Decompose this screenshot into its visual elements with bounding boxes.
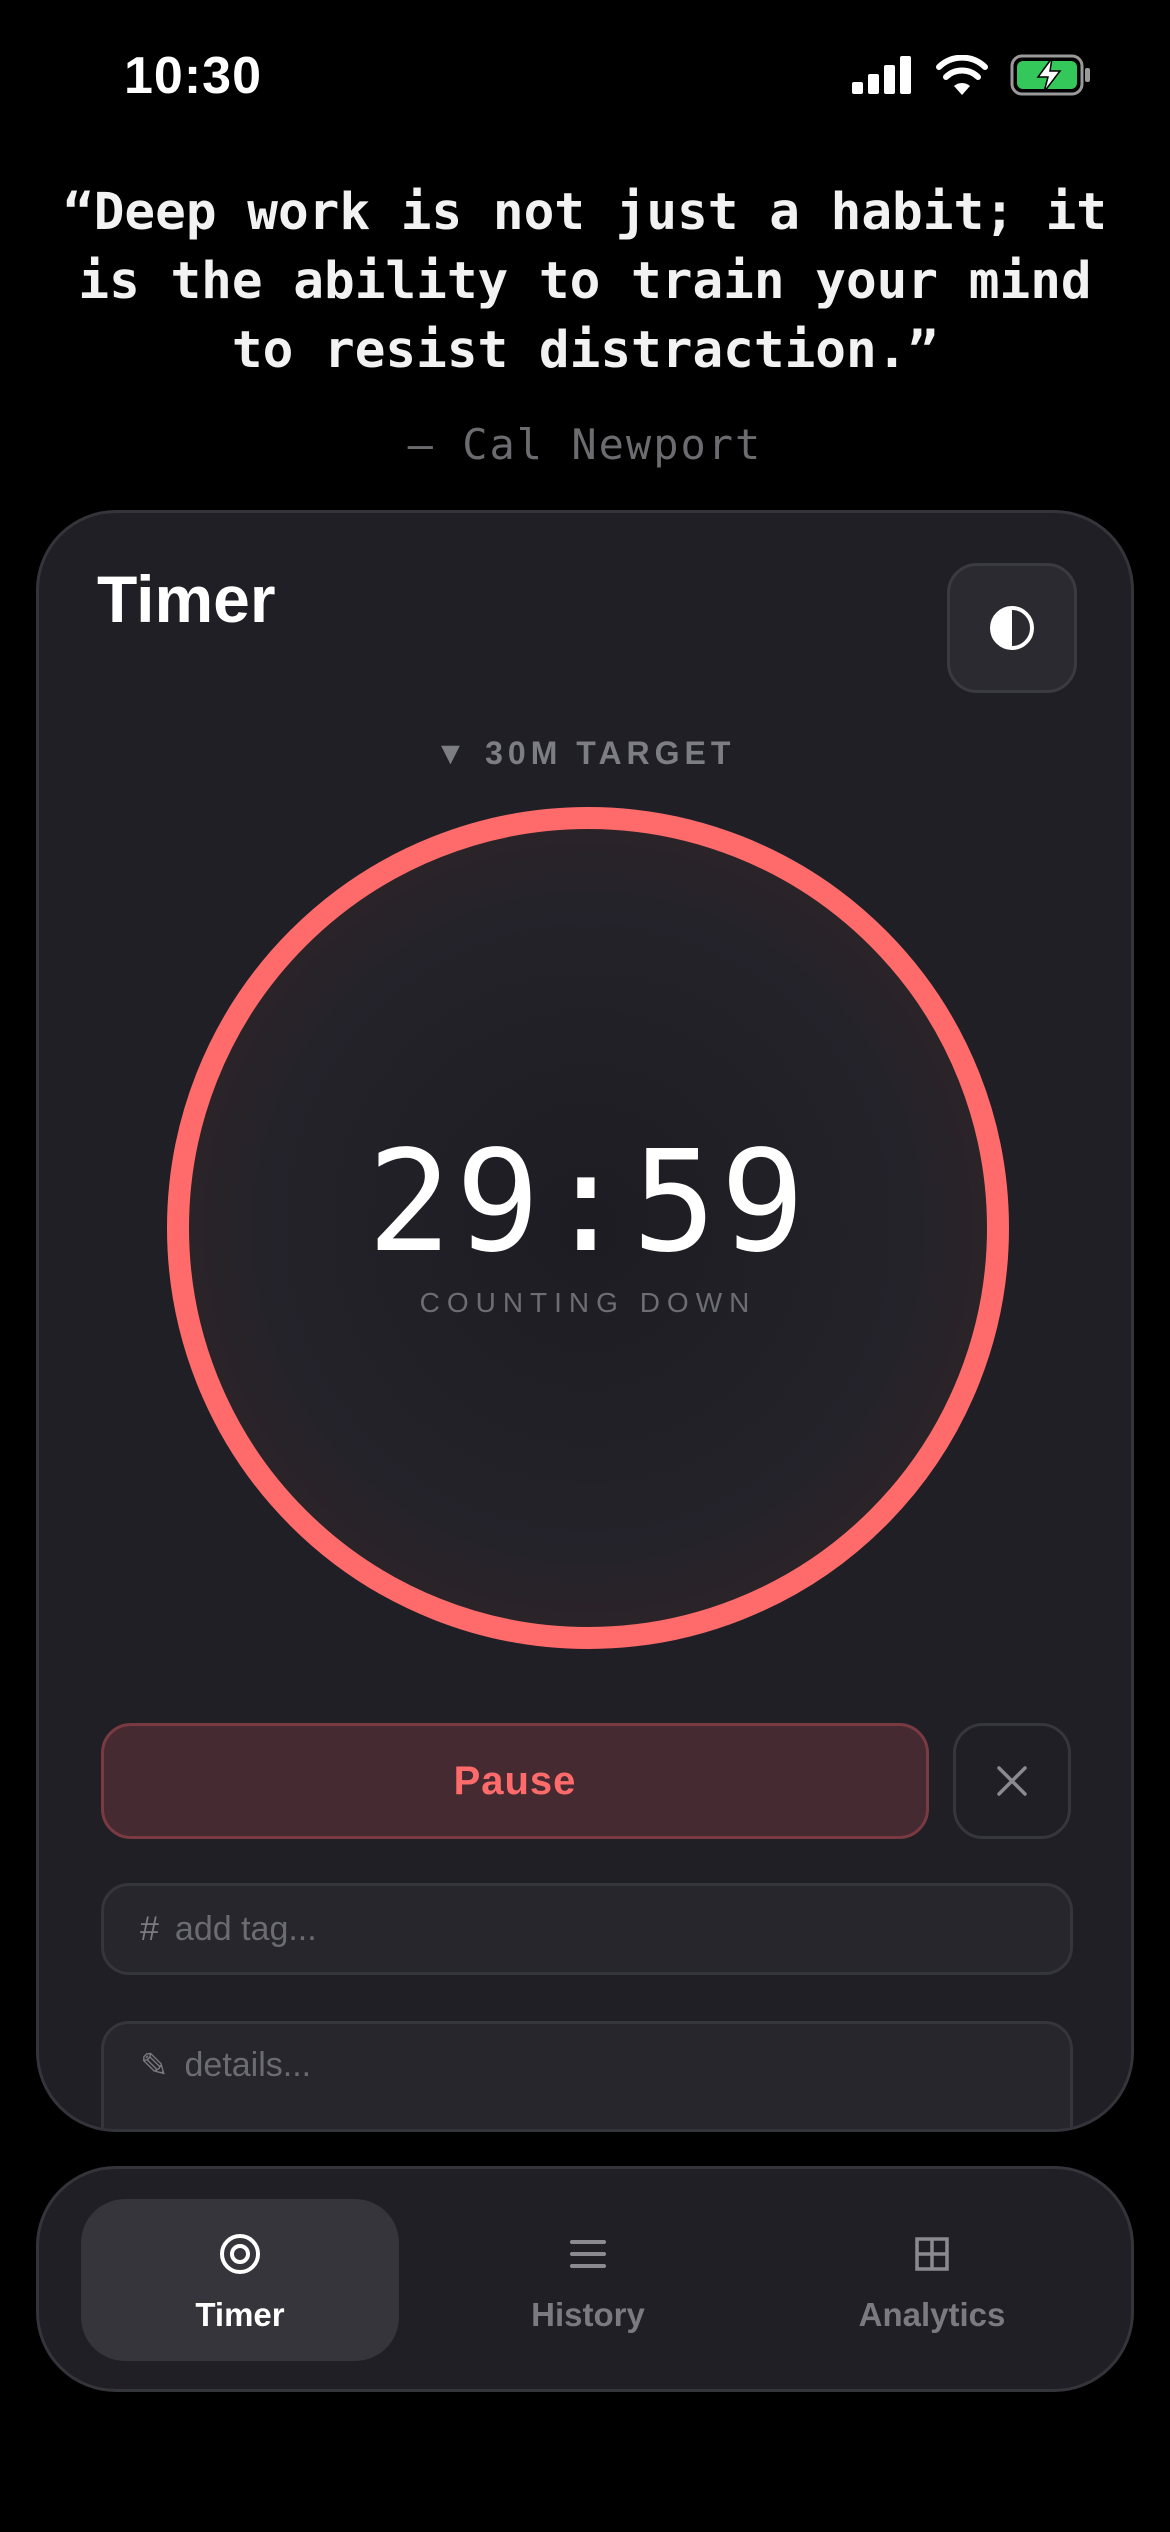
status-icons — [852, 54, 1092, 96]
tag-input[interactable]: # add tag... — [101, 1883, 1073, 1975]
timer-card: Timer ▼ 30M TARGET 29:59 COUNTING DOWN P… — [36, 510, 1134, 2132]
status-time: 10:30 — [124, 47, 262, 105]
details-placeholder: details... — [184, 2046, 312, 2084]
wifi-icon — [936, 55, 988, 95]
bottom-nav: Timer History Analytics — [36, 2166, 1134, 2392]
close-icon — [997, 1766, 1027, 1796]
tab-timer[interactable]: Timer — [81, 2199, 399, 2361]
cancel-button[interactable] — [953, 1723, 1071, 1839]
hash-icon: # — [140, 1909, 159, 1948]
details-input[interactable]: ✎ details... — [101, 2021, 1073, 2129]
signal-icon — [852, 56, 911, 94]
page-title: Timer — [97, 562, 276, 636]
status-bar: 10:30 — [0, 0, 1170, 150]
battery-charging-icon — [1010, 54, 1090, 96]
quote-text: “Deep work is not just a habit; it is th… — [63, 183, 1107, 380]
tag-placeholder: add tag... — [174, 1909, 317, 1948]
tab-label: History — [531, 2296, 645, 2333]
quote-author: — Cal Newport — [407, 420, 763, 469]
time-display: 29:59 — [367, 1121, 809, 1284]
theme-toggle-button[interactable] — [947, 563, 1077, 693]
pause-button[interactable]: Pause — [101, 1723, 929, 1839]
timer-mode-label: COUNTING DOWN — [419, 1287, 757, 1318]
app-screen: 10:30 “Deep work is not just a habit; it — [0, 0, 1170, 2532]
timer-ring: 29:59 COUNTING DOWN — [163, 803, 1013, 1653]
grid-icon — [915, 2237, 949, 2271]
target-icon — [220, 2234, 260, 2274]
tab-label: Analytics — [858, 2296, 1006, 2333]
pencil-icon: ✎ — [140, 2047, 169, 2085]
tab-analytics[interactable]: Analytics — [773, 2199, 1091, 2361]
list-icon — [570, 2240, 606, 2268]
target-label[interactable]: ▼ 30M TARGET — [39, 735, 1131, 772]
tab-label: Timer — [195, 2296, 285, 2333]
tab-history[interactable]: History — [429, 2199, 747, 2361]
contrast-icon — [990, 606, 1034, 650]
